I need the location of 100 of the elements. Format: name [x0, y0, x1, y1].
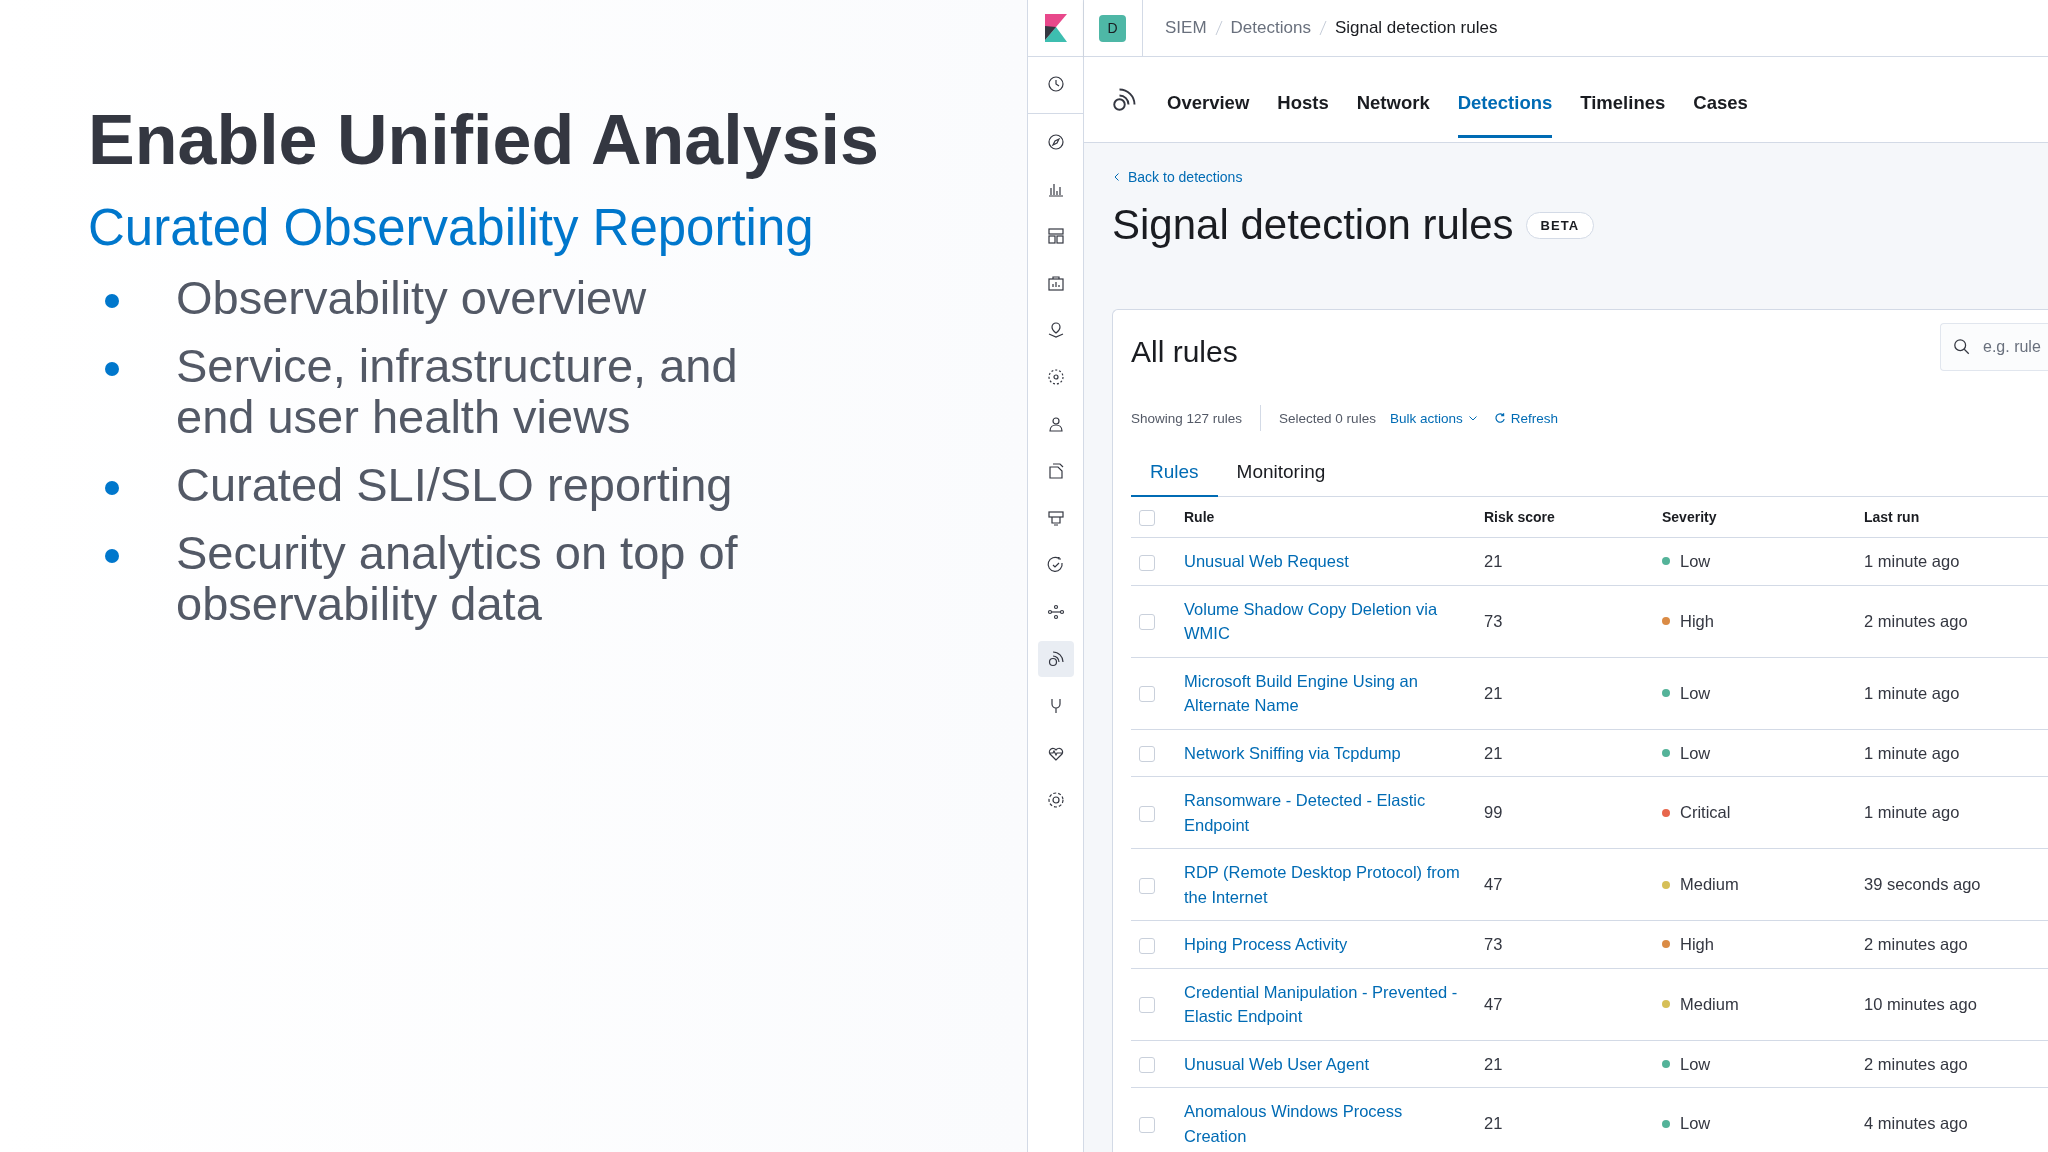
rule-link[interactable]: Microsoft Build Engine Using an Alternate Name — [1184, 668, 1468, 718]
card-title: All rules — [1131, 335, 1238, 369]
refresh-icon — [1493, 412, 1506, 424]
rule-link[interactable]: Ransomware - Detected - Elastic Endpoint — [1184, 788, 1468, 837]
nav-tab[interactable]: Overview — [1167, 66, 1250, 138]
last-run: 10 minutes ago — [1856, 968, 2048, 1040]
rule-link[interactable]: Unusual Web User Agent — [1184, 1051, 1468, 1076]
layout-icon — [1045, 226, 1066, 246]
bullet-icon — [105, 549, 119, 563]
select-all-checkbox[interactable] — [1139, 509, 1155, 526]
row-checkbox[interactable] — [1139, 614, 1155, 631]
gear-icon — [1045, 790, 1066, 810]
row-checkbox[interactable] — [1139, 686, 1155, 703]
risk-score: 47 — [1476, 968, 1654, 1040]
last-run: 2 minutes ago — [1856, 585, 2048, 657]
last-run: 1 minute ago — [1856, 537, 2048, 585]
severity-label: Low — [1680, 682, 1711, 704]
severity-label: High — [1680, 610, 1714, 632]
column-header[interactable]: Severity — [1654, 497, 1856, 538]
rules-count: Showing 127 rules — [1131, 410, 1243, 426]
nav-tab[interactable]: Timelines — [1580, 66, 1666, 138]
bullet-text: Service, infrastructure, and end user health views — [176, 340, 739, 442]
compass-icon — [1045, 132, 1066, 152]
tab[interactable]: Rules — [1131, 451, 1218, 497]
separator-icon — [1214, 20, 1223, 36]
search-icon — [1953, 338, 1971, 356]
column-header[interactable]: Rule — [1176, 497, 1476, 538]
severity-label: Low — [1680, 1053, 1711, 1075]
risk-score: 73 — [1476, 585, 1654, 657]
risk-score: 21 — [1476, 1087, 1654, 1152]
beta-badge: BETA — [1525, 211, 1595, 239]
severity-label: Low — [1680, 551, 1711, 572]
rule-link[interactable]: Volume Shadow Copy Deletion via WMIC — [1184, 596, 1468, 646]
row-checkbox[interactable] — [1139, 937, 1155, 954]
bullet-text: Curated SLI/SLO reporting — [176, 459, 733, 510]
last-run: 1 minute ago — [1856, 729, 2048, 777]
caret-icon — [1467, 413, 1478, 423]
rule-link[interactable]: Credential Manipulation - Prevented - Elastic Endpoint — [1184, 979, 1468, 1029]
briefcase-icon — [1045, 273, 1066, 293]
row-checkbox[interactable] — [1139, 554, 1155, 571]
nav-tab[interactable]: Network — [1356, 66, 1430, 138]
breadcrumb[interactable]: Detections — [1230, 18, 1311, 38]
last-run: 2 minutes ago — [1856, 920, 2048, 968]
risk-score: 47 — [1476, 848, 1654, 921]
severity-label: Medium — [1680, 874, 1739, 896]
severity-label: Low — [1680, 742, 1711, 764]
separator-icon — [1318, 20, 1327, 36]
severity-label: Critical — [1680, 802, 1731, 824]
logo-icon[interactable] — [1044, 14, 1067, 42]
column-header[interactable]: Last run — [1856, 497, 2048, 538]
severity-label: Low — [1680, 1113, 1711, 1135]
risk-score: 99 — [1476, 776, 1654, 849]
rule-link[interactable]: RDP (Remote Desktop Protocol) from the Internet — [1184, 860, 1468, 909]
nodes-icon — [1045, 602, 1066, 622]
bulk-actions-button[interactable]: Bulk actions — [1389, 410, 1478, 426]
row-checkbox[interactable] — [1139, 746, 1155, 763]
last-run: 1 minute ago — [1856, 776, 2048, 849]
nav-tab[interactable]: Hosts — [1277, 66, 1329, 138]
last-run: 1 minute ago — [1856, 657, 2048, 729]
rule-link[interactable]: Unusual Web Request — [1184, 549, 1468, 574]
refresh-button[interactable]: Refresh — [1493, 410, 1558, 426]
clock-icon — [1045, 74, 1066, 94]
last-run: 2 minutes ago — [1856, 1040, 2048, 1088]
row-checkbox[interactable] — [1139, 997, 1155, 1014]
nav-tab[interactable]: Detections — [1457, 66, 1553, 138]
last-run: 4 minutes ago — [1856, 1087, 2048, 1152]
severity-label: Medium — [1680, 993, 1739, 1015]
nav-item[interactable] — [1037, 641, 1074, 677]
back-link[interactable]: Back to detections — [1112, 169, 1243, 185]
row-checkbox[interactable] — [1139, 1057, 1155, 1074]
bullet-text: Observability overview — [176, 272, 647, 323]
risk-score: 73 — [1476, 920, 1654, 968]
column-header[interactable]: Risk score — [1476, 497, 1654, 538]
dotted-circle-icon — [1045, 367, 1066, 387]
bullet-icon — [105, 362, 119, 376]
last-run: 39 seconds ago — [1856, 848, 2048, 921]
risk-score: 21 — [1476, 657, 1654, 729]
risk-score: 21 — [1476, 729, 1654, 777]
slide-title: Enable Unified Analysis — [88, 100, 879, 180]
chevron-left-icon — [1112, 172, 1122, 182]
tab[interactable]: Monitoring — [1217, 451, 1345, 497]
breadcrumb: Signal detection rules — [1334, 18, 1498, 38]
bullet-icon — [105, 481, 119, 495]
row-checkbox[interactable] — [1139, 877, 1155, 894]
rule-link[interactable]: Network Sniffing via Tcpdump — [1184, 740, 1468, 765]
slide-subtitle: Curated Observability Reporting — [88, 198, 814, 258]
rule-link[interactable]: Anomalous Windows Process Creation — [1184, 1099, 1468, 1148]
rule-link[interactable]: Hping Process Activity — [1184, 932, 1468, 957]
page-title: Signal detection rules — [1112, 200, 1514, 250]
search-field[interactable]: e.g. rule — [1940, 323, 2048, 371]
bullet-icon — [105, 294, 119, 308]
check-arrow-icon — [1045, 555, 1066, 575]
risk-score: 21 — [1476, 1040, 1654, 1088]
breadcrumb[interactable]: SIEM — [1165, 18, 1207, 38]
risk-score: 21 — [1476, 537, 1654, 585]
row-checkbox[interactable] — [1139, 1116, 1155, 1133]
selected-count: Selected 0 rules — [1279, 410, 1376, 426]
space-avatar[interactable]: D — [1099, 14, 1126, 42]
nav-tab[interactable]: Cases — [1693, 66, 1748, 138]
row-checkbox[interactable] — [1139, 805, 1155, 822]
